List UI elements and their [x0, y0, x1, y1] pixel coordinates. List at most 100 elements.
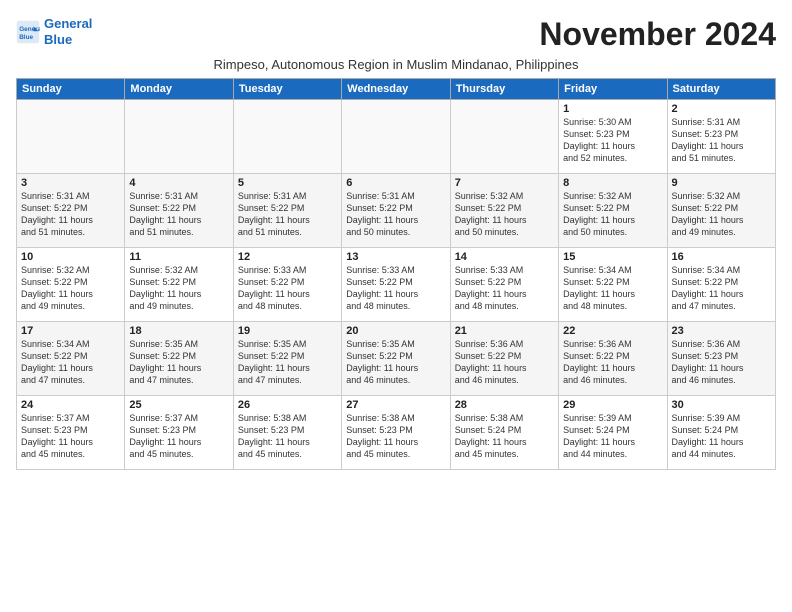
day-cell: 10Sunrise: 5:32 AM Sunset: 5:22 PM Dayli…	[17, 248, 125, 322]
day-cell: 7Sunrise: 5:32 AM Sunset: 5:22 PM Daylig…	[450, 174, 558, 248]
day-info: Sunrise: 5:34 AM Sunset: 5:22 PM Dayligh…	[672, 264, 771, 313]
day-info: Sunrise: 5:31 AM Sunset: 5:23 PM Dayligh…	[672, 116, 771, 165]
col-monday: Monday	[125, 79, 233, 100]
day-info: Sunrise: 5:34 AM Sunset: 5:22 PM Dayligh…	[21, 338, 120, 387]
day-number: 4	[129, 177, 228, 189]
day-cell: 5Sunrise: 5:31 AM Sunset: 5:22 PM Daylig…	[233, 174, 341, 248]
week-row-4: 17Sunrise: 5:34 AM Sunset: 5:22 PM Dayli…	[17, 322, 776, 396]
logo-text: General Blue	[44, 16, 92, 47]
day-number: 9	[672, 177, 771, 189]
day-number: 10	[21, 251, 120, 263]
day-number: 2	[672, 103, 771, 115]
day-number: 23	[672, 325, 771, 337]
day-cell: 15Sunrise: 5:34 AM Sunset: 5:22 PM Dayli…	[559, 248, 667, 322]
day-info: Sunrise: 5:36 AM Sunset: 5:22 PM Dayligh…	[455, 338, 554, 387]
day-cell: 14Sunrise: 5:33 AM Sunset: 5:22 PM Dayli…	[450, 248, 558, 322]
day-number: 20	[346, 325, 445, 337]
day-number: 8	[563, 177, 662, 189]
day-number: 12	[238, 251, 337, 263]
logo-icon: General Blue	[16, 20, 40, 44]
week-row-2: 3Sunrise: 5:31 AM Sunset: 5:22 PM Daylig…	[17, 174, 776, 248]
day-info: Sunrise: 5:32 AM Sunset: 5:22 PM Dayligh…	[563, 190, 662, 239]
day-cell: 9Sunrise: 5:32 AM Sunset: 5:22 PM Daylig…	[667, 174, 775, 248]
day-number: 28	[455, 399, 554, 411]
day-cell: 23Sunrise: 5:36 AM Sunset: 5:23 PM Dayli…	[667, 322, 775, 396]
day-cell: 26Sunrise: 5:38 AM Sunset: 5:23 PM Dayli…	[233, 396, 341, 470]
day-cell: 1Sunrise: 5:30 AM Sunset: 5:23 PM Daylig…	[559, 100, 667, 174]
day-number: 15	[563, 251, 662, 263]
day-cell: 19Sunrise: 5:35 AM Sunset: 5:22 PM Dayli…	[233, 322, 341, 396]
day-cell: 12Sunrise: 5:33 AM Sunset: 5:22 PM Dayli…	[233, 248, 341, 322]
day-info: Sunrise: 5:32 AM Sunset: 5:22 PM Dayligh…	[455, 190, 554, 239]
col-tuesday: Tuesday	[233, 79, 341, 100]
subtitle: Rimpeso, Autonomous Region in Muslim Min…	[16, 57, 776, 72]
day-number: 17	[21, 325, 120, 337]
day-cell: 8Sunrise: 5:32 AM Sunset: 5:22 PM Daylig…	[559, 174, 667, 248]
col-friday: Friday	[559, 79, 667, 100]
day-info: Sunrise: 5:39 AM Sunset: 5:24 PM Dayligh…	[563, 412, 662, 461]
day-cell: 28Sunrise: 5:38 AM Sunset: 5:24 PM Dayli…	[450, 396, 558, 470]
day-number: 5	[238, 177, 337, 189]
day-info: Sunrise: 5:37 AM Sunset: 5:23 PM Dayligh…	[129, 412, 228, 461]
day-info: Sunrise: 5:33 AM Sunset: 5:22 PM Dayligh…	[455, 264, 554, 313]
day-number: 21	[455, 325, 554, 337]
day-cell: 13Sunrise: 5:33 AM Sunset: 5:22 PM Dayli…	[342, 248, 450, 322]
header: General Blue General Blue November 2024	[16, 16, 776, 53]
day-cell: 22Sunrise: 5:36 AM Sunset: 5:22 PM Dayli…	[559, 322, 667, 396]
col-wednesday: Wednesday	[342, 79, 450, 100]
day-info: Sunrise: 5:31 AM Sunset: 5:22 PM Dayligh…	[346, 190, 445, 239]
day-info: Sunrise: 5:32 AM Sunset: 5:22 PM Dayligh…	[129, 264, 228, 313]
day-info: Sunrise: 5:31 AM Sunset: 5:22 PM Dayligh…	[238, 190, 337, 239]
calendar-table: Sunday Monday Tuesday Wednesday Thursday…	[16, 78, 776, 470]
day-number: 27	[346, 399, 445, 411]
week-row-1: 1Sunrise: 5:30 AM Sunset: 5:23 PM Daylig…	[17, 100, 776, 174]
day-number: 22	[563, 325, 662, 337]
day-info: Sunrise: 5:39 AM Sunset: 5:24 PM Dayligh…	[672, 412, 771, 461]
day-info: Sunrise: 5:38 AM Sunset: 5:23 PM Dayligh…	[238, 412, 337, 461]
day-info: Sunrise: 5:35 AM Sunset: 5:22 PM Dayligh…	[346, 338, 445, 387]
day-cell: 27Sunrise: 5:38 AM Sunset: 5:23 PM Dayli…	[342, 396, 450, 470]
day-info: Sunrise: 5:35 AM Sunset: 5:22 PM Dayligh…	[238, 338, 337, 387]
day-number: 1	[563, 103, 662, 115]
day-info: Sunrise: 5:38 AM Sunset: 5:23 PM Dayligh…	[346, 412, 445, 461]
day-cell: 3Sunrise: 5:31 AM Sunset: 5:22 PM Daylig…	[17, 174, 125, 248]
calendar-page: General Blue General Blue November 2024 …	[0, 0, 792, 612]
col-saturday: Saturday	[667, 79, 775, 100]
day-info: Sunrise: 5:32 AM Sunset: 5:22 PM Dayligh…	[21, 264, 120, 313]
day-info: Sunrise: 5:36 AM Sunset: 5:22 PM Dayligh…	[563, 338, 662, 387]
day-cell: 21Sunrise: 5:36 AM Sunset: 5:22 PM Dayli…	[450, 322, 558, 396]
day-info: Sunrise: 5:36 AM Sunset: 5:23 PM Dayligh…	[672, 338, 771, 387]
logo: General Blue General Blue	[16, 16, 92, 47]
day-number: 14	[455, 251, 554, 263]
svg-text:Blue: Blue	[19, 34, 33, 41]
col-thursday: Thursday	[450, 79, 558, 100]
day-cell: 17Sunrise: 5:34 AM Sunset: 5:22 PM Dayli…	[17, 322, 125, 396]
day-cell: 24Sunrise: 5:37 AM Sunset: 5:23 PM Dayli…	[17, 396, 125, 470]
day-info: Sunrise: 5:37 AM Sunset: 5:23 PM Dayligh…	[21, 412, 120, 461]
day-cell	[17, 100, 125, 174]
day-cell	[450, 100, 558, 174]
day-cell: 4Sunrise: 5:31 AM Sunset: 5:22 PM Daylig…	[125, 174, 233, 248]
day-number: 24	[21, 399, 120, 411]
day-cell: 29Sunrise: 5:39 AM Sunset: 5:24 PM Dayli…	[559, 396, 667, 470]
day-number: 6	[346, 177, 445, 189]
day-number: 11	[129, 251, 228, 263]
day-cell	[233, 100, 341, 174]
day-cell: 30Sunrise: 5:39 AM Sunset: 5:24 PM Dayli…	[667, 396, 775, 470]
day-info: Sunrise: 5:34 AM Sunset: 5:22 PM Dayligh…	[563, 264, 662, 313]
day-number: 16	[672, 251, 771, 263]
day-cell	[342, 100, 450, 174]
day-number: 19	[238, 325, 337, 337]
day-number: 18	[129, 325, 228, 337]
day-info: Sunrise: 5:35 AM Sunset: 5:22 PM Dayligh…	[129, 338, 228, 387]
day-info: Sunrise: 5:38 AM Sunset: 5:24 PM Dayligh…	[455, 412, 554, 461]
day-cell	[125, 100, 233, 174]
day-cell: 2Sunrise: 5:31 AM Sunset: 5:23 PM Daylig…	[667, 100, 775, 174]
day-number: 29	[563, 399, 662, 411]
day-info: Sunrise: 5:31 AM Sunset: 5:22 PM Dayligh…	[129, 190, 228, 239]
day-info: Sunrise: 5:33 AM Sunset: 5:22 PM Dayligh…	[238, 264, 337, 313]
day-info: Sunrise: 5:31 AM Sunset: 5:22 PM Dayligh…	[21, 190, 120, 239]
day-number: 30	[672, 399, 771, 411]
col-sunday: Sunday	[17, 79, 125, 100]
day-cell: 25Sunrise: 5:37 AM Sunset: 5:23 PM Dayli…	[125, 396, 233, 470]
